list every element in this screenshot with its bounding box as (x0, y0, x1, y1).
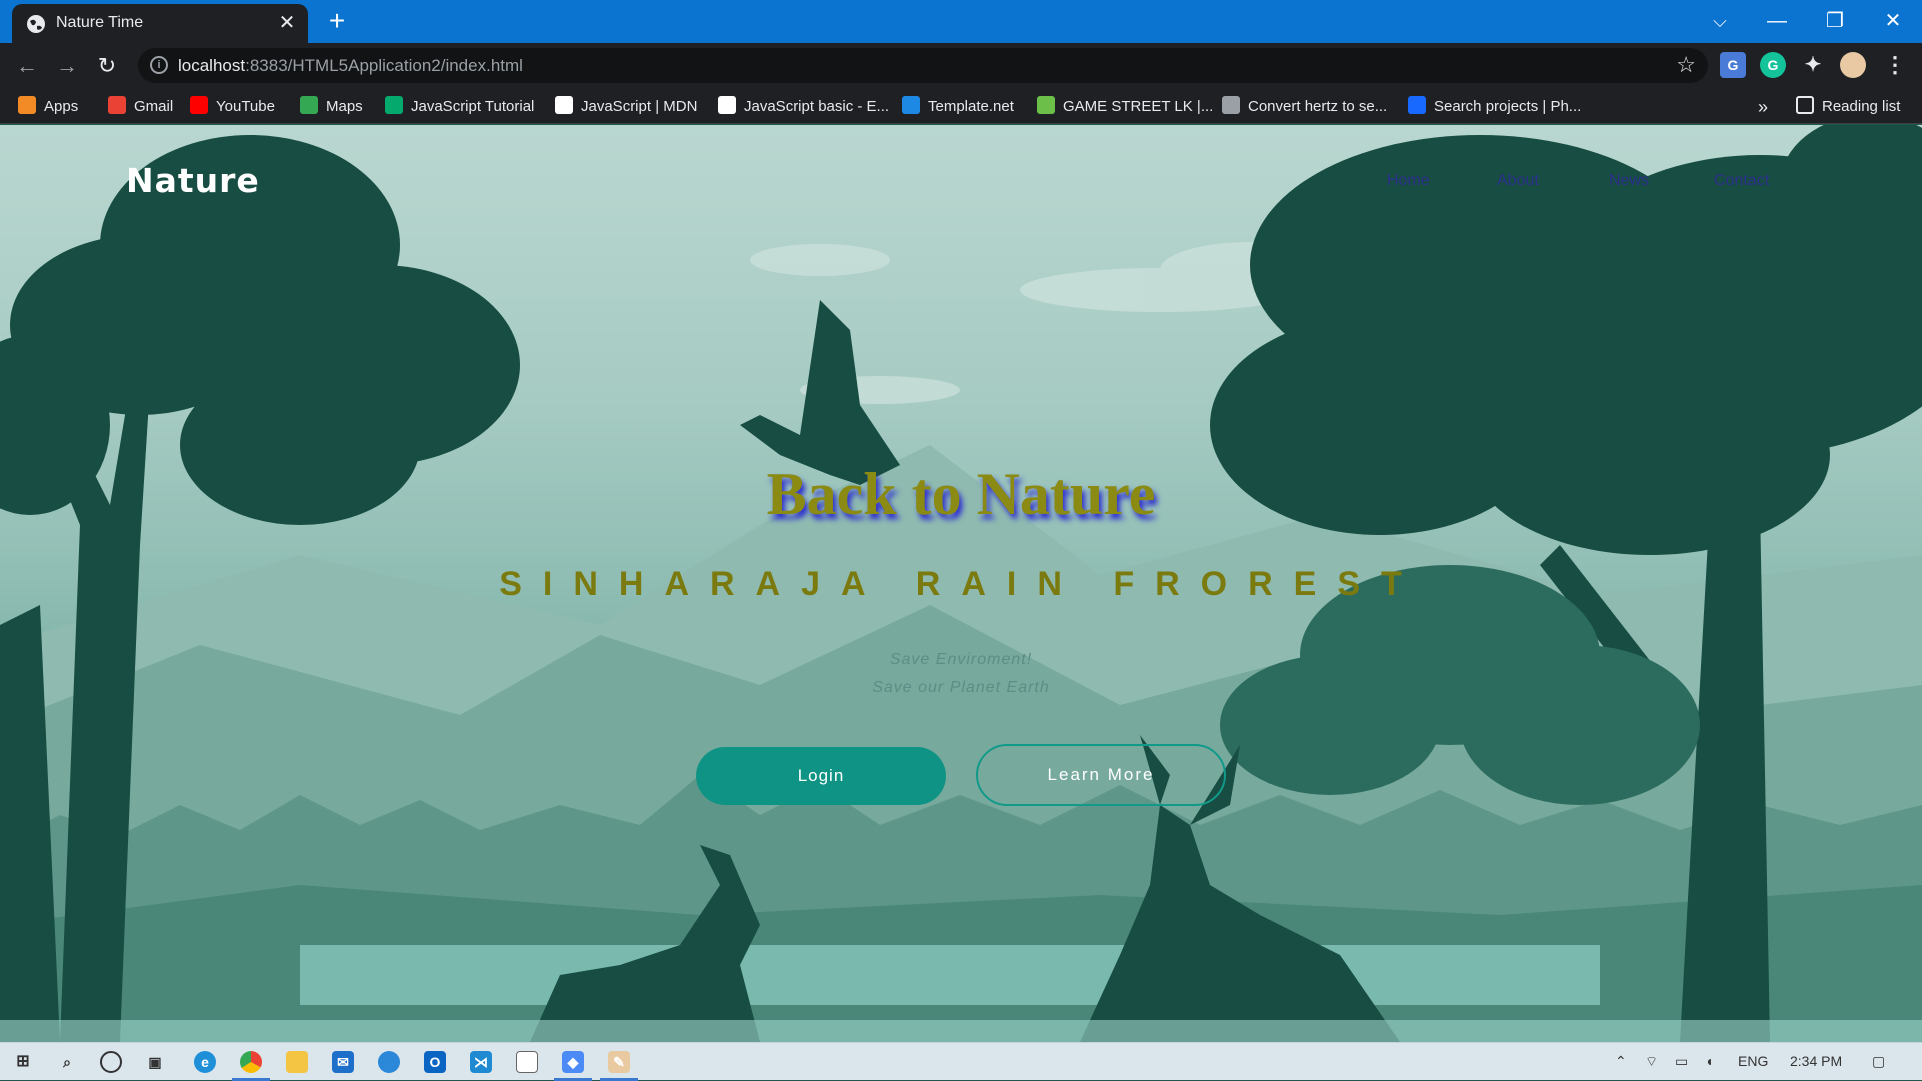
gmail-icon (108, 96, 126, 114)
bookmark-label: Convert hertz to se... (1248, 98, 1388, 115)
file-explorer-icon[interactable] (286, 1051, 308, 1073)
w3schools-icon (385, 96, 403, 114)
hero-subtitle: SINHARAJA RAIN FROREST (499, 565, 1423, 603)
site-brand-logo[interactable]: Nature (126, 161, 260, 200)
template-icon (902, 96, 920, 114)
site-info-icon[interactable]: i (150, 56, 168, 74)
youtube-icon (190, 96, 208, 114)
cortana-circle-icon[interactable] (100, 1051, 122, 1073)
language-indicator[interactable]: ENG (1738, 1053, 1768, 1069)
windows-taskbar: ⊞ ⌕ ▣ e ✉ O ⋊ ◆ ✎ ⌃ ⌔ ▭ ◖ ENG 2:34 PM ▢ (0, 1042, 1922, 1081)
bookmark-label: Maps (326, 98, 363, 115)
tab-close-icon[interactable]: ✕ (276, 12, 298, 34)
browser-menu-icon[interactable]: ⋮ (1882, 52, 1908, 78)
notepad-icon[interactable] (516, 1051, 538, 1073)
messenger-icon[interactable] (378, 1051, 400, 1073)
learn-more-button[interactable]: Learn More (976, 744, 1226, 806)
tab-title: Nature Time (56, 14, 144, 31)
globe-favicon-icon (27, 15, 45, 33)
bookmark-item[interactable]: Maps (300, 96, 363, 118)
forward-button[interactable]: → (52, 51, 82, 81)
url-text: localhost:8383/HTML5Application2/index.h… (178, 56, 523, 76)
restore-button[interactable]: ❐ (1815, 6, 1855, 36)
globe-icon (718, 96, 736, 114)
task-view-icon[interactable]: ▣ (144, 1051, 166, 1073)
reading-list-button[interactable]: Reading list (1796, 96, 1900, 118)
bookmark-label: JavaScript | MDN (581, 98, 698, 115)
bookmark-item[interactable]: Search projects | Ph... (1408, 96, 1581, 118)
nav-link-news[interactable]: News (1609, 172, 1649, 190)
converter-icon (1222, 96, 1240, 114)
nav-link-about[interactable]: About (1497, 172, 1539, 190)
webpage-viewport: Nature Home About News Contact Back to N… (0, 125, 1922, 1042)
nav-link-contact[interactable]: Contact (1714, 172, 1769, 190)
tab-search-chevron-icon[interactable]: ⌵ (1700, 6, 1740, 36)
bookmark-item[interactable]: JavaScript basic - E... (718, 96, 889, 118)
clock[interactable]: 2:34 PM (1790, 1053, 1842, 1069)
network-icon[interactable]: ⌔ (1645, 1053, 1658, 1071)
gamestreet-icon (1037, 96, 1055, 114)
behance-icon (1408, 96, 1426, 114)
reload-button[interactable]: ↻ (92, 51, 122, 81)
notifications-icon[interactable]: ▢ (1872, 1053, 1885, 1070)
url-host: localhost (178, 56, 246, 75)
tagline-line-1: Save Enviroment! (889, 651, 1033, 668)
bookmark-star-icon[interactable]: ☆ (1676, 52, 1696, 78)
lake (300, 945, 1600, 1005)
search-icon[interactable]: ⌕ (56, 1051, 78, 1073)
apps-grid-icon (18, 96, 36, 114)
bookmark-item[interactable]: Convert hertz to se... (1222, 96, 1387, 118)
bookmark-label: Search projects | Ph... (1434, 98, 1582, 115)
bookmark-item[interactable]: JavaScript Tutorial (385, 96, 534, 118)
volume-icon[interactable]: ◖ (1705, 1053, 1713, 1069)
nav-link-home[interactable]: Home (1387, 172, 1430, 190)
bookmark-label: YouTube (216, 98, 275, 115)
address-bar[interactable]: i localhost:8383/HTML5Application2/index… (138, 48, 1708, 83)
new-tab-button[interactable]: + (322, 6, 352, 36)
login-button[interactable]: Login (696, 747, 946, 805)
hero-title: Back to Nature (766, 461, 1156, 527)
bookmark-item[interactable]: GAME STREET LK |... (1037, 96, 1213, 118)
bookmark-label: GAME STREET LK |... (1063, 98, 1214, 115)
bookmark-label: Template.net (928, 98, 1014, 115)
extensions-puzzle-icon[interactable]: ✦ (1800, 52, 1826, 78)
bookmark-item[interactable]: Template.net (902, 96, 1014, 118)
url-path: :8383/HTML5Application2/index.html (245, 56, 523, 75)
mail-icon[interactable]: ✉ (332, 1051, 354, 1073)
paint-icon[interactable]: ✎ (608, 1051, 630, 1073)
profile-avatar[interactable] (1840, 52, 1866, 78)
bookmark-label: JavaScript basic - E... (744, 98, 890, 115)
outlook-icon[interactable]: O (424, 1051, 446, 1073)
mdn-icon (555, 96, 573, 114)
reading-list-label: Reading list (1822, 98, 1901, 115)
bookmark-item[interactable]: Apps (18, 96, 78, 118)
google-translate-extension-icon[interactable]: G (1720, 52, 1746, 78)
bookmark-item[interactable]: JavaScript | MDN (555, 96, 697, 118)
browser-toolbar: ← → ↻ i localhost:8383/HTML5Application2… (0, 43, 1922, 88)
chrome-browser-icon[interactable] (240, 1051, 262, 1073)
grammarly-extension-icon[interactable]: G (1760, 52, 1786, 78)
vscode-icon[interactable]: ⋊ (470, 1051, 492, 1073)
netbeans-icon[interactable]: ◆ (562, 1051, 584, 1073)
bookmark-label: Gmail (134, 98, 174, 115)
tagline-line-2: Save our Planet Earth (872, 679, 1050, 696)
edge-browser-icon[interactable]: e (194, 1051, 216, 1073)
minimize-button[interactable]: — (1757, 6, 1797, 36)
bookmark-item[interactable]: YouTube (190, 96, 275, 118)
bookmarks-overflow-icon[interactable]: » (1758, 96, 1768, 118)
bookmark-item[interactable]: Gmail (108, 96, 173, 118)
reading-list-icon (1796, 96, 1814, 114)
maps-pin-icon (300, 96, 318, 114)
bookmarks-bar: Apps Gmail YouTube Maps JavaScript Tutorial J… (0, 88, 1922, 124)
browser-tab-active[interactable]: Nature Time ✕ (12, 4, 308, 43)
tray-chevron-icon[interactable]: ⌃ (1615, 1053, 1627, 1070)
bookmark-label: Apps (44, 98, 79, 115)
close-window-button[interactable]: ✕ (1873, 6, 1913, 36)
start-windows-icon[interactable]: ⊞ (12, 1051, 34, 1073)
back-button[interactable]: ← (12, 51, 42, 81)
battery-icon[interactable]: ▭ (1675, 1053, 1688, 1070)
browser-tab-strip: Nature Time ✕ + ⌵ — ❐ ✕ (0, 0, 1922, 43)
bookmark-label: JavaScript Tutorial (411, 98, 535, 115)
